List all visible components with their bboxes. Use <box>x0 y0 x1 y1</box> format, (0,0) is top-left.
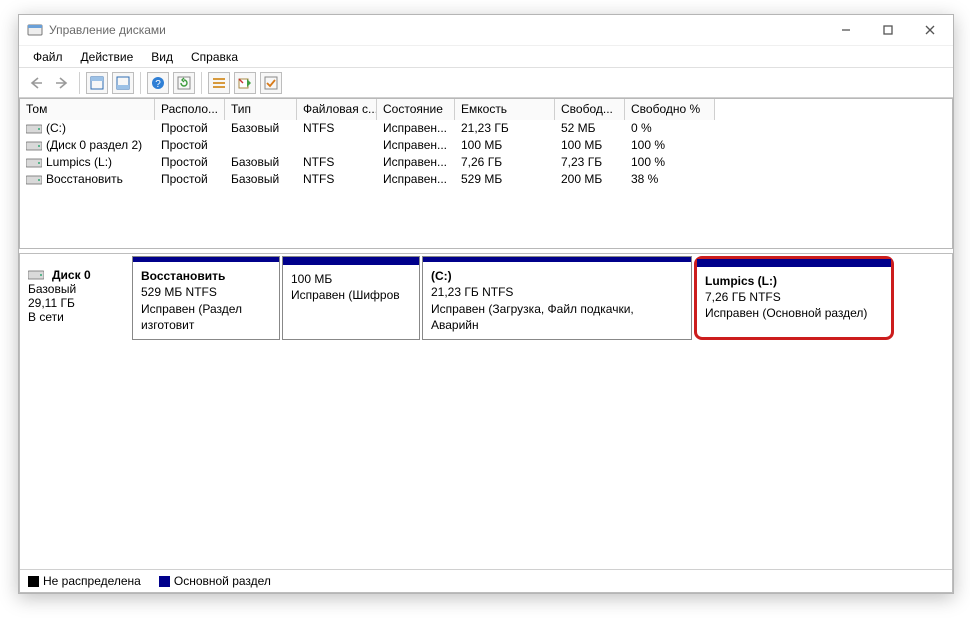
volume-icon <box>26 123 42 135</box>
window-title: Управление дисками <box>49 23 166 37</box>
col-volume[interactable]: Том <box>20 99 155 120</box>
action-button[interactable] <box>234 72 256 94</box>
partition[interactable]: 100 МБИсправен (Шифров <box>282 256 420 340</box>
forward-button[interactable] <box>51 72 73 94</box>
title-bar: Управление дисками <box>19 15 953 45</box>
partition[interactable]: Восстановить529 МБ NTFSИсправен (Раздел … <box>132 256 280 340</box>
col-status[interactable]: Состояние <box>377 99 455 120</box>
menu-file[interactable]: Файл <box>25 48 71 66</box>
col-fs[interactable]: Файловая с... <box>297 99 377 120</box>
close-button[interactable] <box>909 16 951 44</box>
table-row[interactable]: (Диск 0 раздел 2)ПростойИсправен...100 М… <box>20 137 952 154</box>
volume-table: Том Располо... Тип Файловая с... Состоян… <box>19 98 953 249</box>
disk-status: В сети <box>28 310 124 324</box>
disk-info[interactable]: Диск 0 Базовый 29,11 ГБ В сети <box>20 254 132 346</box>
toolbar: ? <box>19 68 953 98</box>
list-button[interactable] <box>208 72 230 94</box>
disk-type: Базовый <box>28 282 124 296</box>
legend-unallocated: Не распределена <box>28 574 141 588</box>
disk-icon <box>28 269 44 281</box>
view-bottom-button[interactable] <box>112 72 134 94</box>
partition[interactable]: (C:)21,23 ГБ NTFSИсправен (Загрузка, Фай… <box>422 256 692 340</box>
col-type[interactable]: Тип <box>225 99 297 120</box>
volume-table-body: (C:)ПростойБазовыйNTFSИсправен...21,23 Г… <box>20 120 952 248</box>
volume-icon <box>26 157 42 169</box>
menu-help[interactable]: Справка <box>183 48 246 66</box>
menu-bar: Файл Действие Вид Справка <box>19 45 953 67</box>
disk-strip: Диск 0 Базовый 29,11 ГБ В сети Восстанов… <box>20 254 952 346</box>
col-layout[interactable]: Располо... <box>155 99 225 120</box>
table-row[interactable]: Lumpics (L:)ПростойБазовыйNTFSИсправен..… <box>20 154 952 171</box>
col-pct[interactable]: Свободно % <box>625 99 715 120</box>
menu-view[interactable]: Вид <box>143 48 181 66</box>
help-button[interactable]: ? <box>147 72 169 94</box>
legend: Не распределена Основной раздел <box>20 569 952 592</box>
table-row[interactable]: (C:)ПростойБазовыйNTFSИсправен...21,23 Г… <box>20 120 952 137</box>
partition-container: Восстановить529 МБ NTFSИсправен (Раздел … <box>132 254 952 346</box>
partition[interactable]: Lumpics (L:)7,26 ГБ NTFSИсправен (Основн… <box>694 256 894 340</box>
maximize-button[interactable] <box>867 16 909 44</box>
col-capacity[interactable]: Емкость <box>455 99 555 120</box>
disk-management-window: Управление дисками Файл Действие Вид Спр… <box>18 14 954 594</box>
disk-layout-area: Диск 0 Базовый 29,11 ГБ В сети Восстанов… <box>19 253 953 593</box>
app-icon <box>27 23 43 37</box>
legend-primary: Основной раздел <box>159 574 271 588</box>
view-top-button[interactable] <box>86 72 108 94</box>
check-button[interactable] <box>260 72 282 94</box>
back-button[interactable] <box>25 72 47 94</box>
minimize-button[interactable] <box>825 16 867 44</box>
table-row[interactable]: ВосстановитьПростойБазовыйNTFSИсправен..… <box>20 171 952 188</box>
disk-name: Диск 0 <box>52 268 91 282</box>
disk-size: 29,11 ГБ <box>28 296 124 310</box>
volume-icon <box>26 140 42 152</box>
menu-action[interactable]: Действие <box>73 48 142 66</box>
refresh-button[interactable] <box>173 72 195 94</box>
volume-table-header: Том Располо... Тип Файловая с... Состоян… <box>20 99 952 120</box>
svg-text:?: ? <box>155 79 161 90</box>
window-controls <box>825 16 951 44</box>
col-free[interactable]: Свобод... <box>555 99 625 120</box>
volume-icon <box>26 174 42 186</box>
